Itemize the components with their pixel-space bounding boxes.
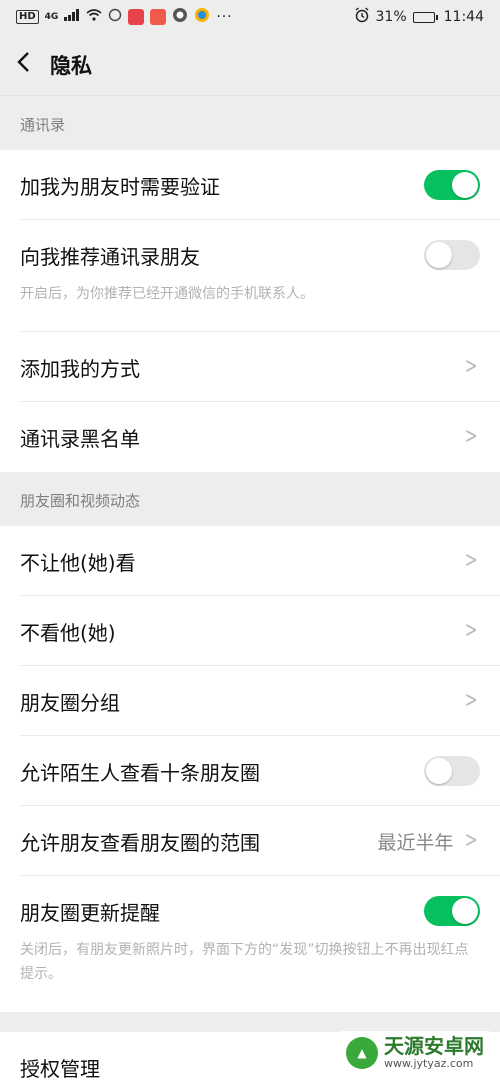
update-remind-toggle[interactable] xyxy=(424,896,480,926)
moments-groups-row[interactable]: 朋友圈分组 > xyxy=(0,666,500,736)
back-arrow-icon[interactable] xyxy=(16,51,50,78)
network-type: 4G xyxy=(44,12,59,22)
chevron-right-icon: > xyxy=(464,424,478,449)
nav-bar: 隐私 xyxy=(0,34,500,96)
update-remind-row[interactable]: 朋友圈更新提醒 关闭后，有朋友更新照片时，界面下方的“发现”切换按钮上不再出现红… xyxy=(0,876,500,1012)
dont-see-label: 不看他(她) xyxy=(20,620,116,645)
hide-from-row[interactable]: 不让他(她)看 > xyxy=(0,526,500,596)
moments-group: 不让他(她)看 > 不看他(她) > 朋友圈分组 > 允许陌生人查看十条朋友圈 … xyxy=(0,526,500,1012)
section-header-moments: 朋友圈和视频动态 xyxy=(20,492,141,510)
status-bar: HD 4G ··· 31% 11:44 xyxy=(0,0,500,34)
watermark-title: 天源安卓网 xyxy=(384,1034,484,1058)
auth-manage-label: 授权管理 xyxy=(20,1056,100,1081)
verify-friend-label: 加我为朋友时需要验证 xyxy=(20,174,220,199)
watermark: ▲ 天源安卓网 www.jytyaz.com xyxy=(338,1031,492,1074)
hd-icon: HD xyxy=(16,10,39,24)
app-notification-icon-4 xyxy=(194,7,210,27)
recommend-contacts-desc: 开启后，为你推荐已经开通微信的手机联系人。 xyxy=(20,286,314,302)
chevron-right-icon: > xyxy=(464,548,478,573)
app-notification-icon-3 xyxy=(172,7,188,27)
status-right: 31% 11:44 xyxy=(354,7,484,27)
chevron-right-icon: > xyxy=(464,618,478,643)
update-remind-label: 朋友圈更新提醒 xyxy=(20,900,160,925)
app-notification-icon-2 xyxy=(150,9,167,25)
chevron-right-icon: > xyxy=(464,688,478,713)
visible-range-label: 允许朋友查看朋友圈的范围 xyxy=(20,830,260,855)
strangers-view-label: 允许陌生人查看十条朋友圈 xyxy=(20,760,260,785)
recommend-contacts-toggle[interactable] xyxy=(424,240,480,270)
blacklist-label: 通讯录黑名单 xyxy=(20,426,140,451)
recommend-contacts-label: 向我推荐通讯录朋友 xyxy=(20,244,200,269)
chevron-right-icon: > xyxy=(464,828,478,853)
page-title: 隐私 xyxy=(50,53,92,78)
update-remind-desc: 关闭后，有朋友更新照片时，界面下方的“发现”切换按钮上不再出现红点提示。 xyxy=(20,942,469,982)
chevron-right-icon: > xyxy=(464,354,478,379)
more-notifications-icon: ··· xyxy=(216,9,233,25)
wifi-icon xyxy=(86,9,102,25)
android-logo-icon: ▲ xyxy=(346,1036,378,1069)
verify-friend-row[interactable]: 加我为朋友时需要验证 xyxy=(0,150,500,220)
blacklist-row[interactable]: 通讯录黑名单 > xyxy=(0,402,500,472)
alarm-icon xyxy=(354,7,370,27)
section-header-contacts: 通讯录 xyxy=(20,116,66,134)
moments-groups-label: 朋友圈分组 xyxy=(20,690,120,715)
add-methods-row[interactable]: 添加我的方式 > xyxy=(0,332,500,402)
visible-range-value: 最近半年 xyxy=(377,831,454,854)
status-time: 11:44 xyxy=(443,9,484,25)
contacts-group: 加我为朋友时需要验证 向我推荐通讯录朋友 开启后，为你推荐已经开通微信的手机联系… xyxy=(0,150,500,472)
battery-percent: 31% xyxy=(375,9,407,25)
signal-icon xyxy=(64,9,80,25)
strangers-view-toggle[interactable] xyxy=(424,756,480,786)
verify-friend-toggle[interactable] xyxy=(424,170,480,200)
battery-icon xyxy=(412,11,438,23)
app-notification-icon xyxy=(128,9,145,25)
status-left: HD 4G ··· xyxy=(16,7,233,27)
add-methods-label: 添加我的方式 xyxy=(20,356,140,381)
watermark-url: www.jytyaz.com xyxy=(384,1057,474,1070)
recommend-contacts-row[interactable]: 向我推荐通讯录朋友 开启后，为你推荐已经开通微信的手机联系人。 xyxy=(0,220,500,332)
visible-range-row[interactable]: 允许朋友查看朋友圈的范围 最近半年 > xyxy=(0,806,500,876)
hide-from-label: 不让他(她)看 xyxy=(20,550,136,575)
dont-see-row[interactable]: 不看他(她) > xyxy=(0,596,500,666)
loading-icon xyxy=(108,8,122,26)
strangers-view-row[interactable]: 允许陌生人查看十条朋友圈 xyxy=(0,736,500,806)
